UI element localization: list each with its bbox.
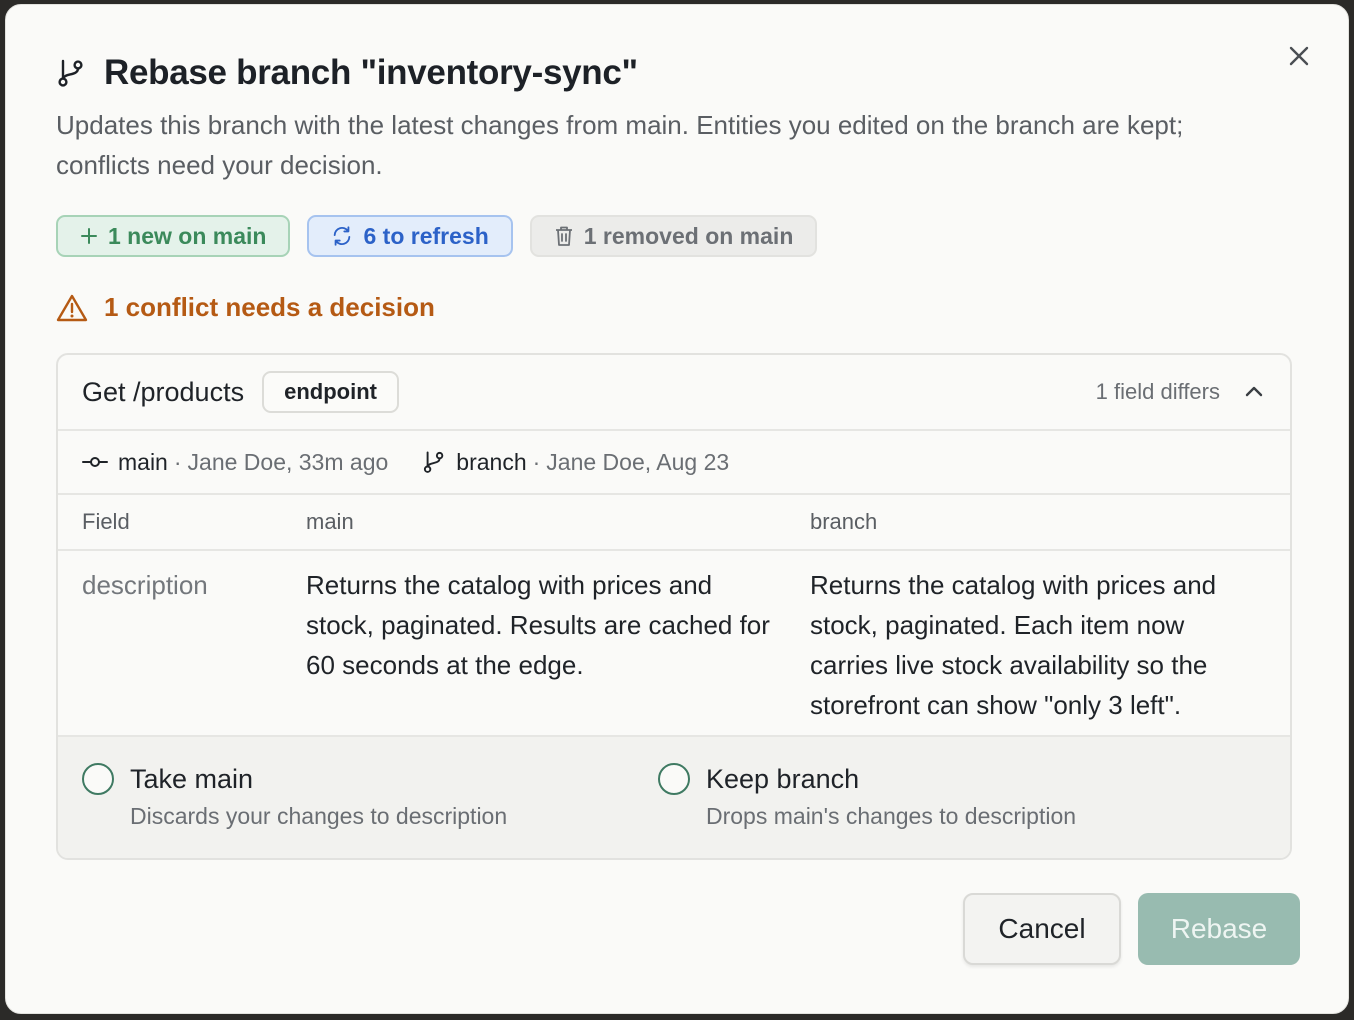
resolution-choices: Take main Discards your changes to descr… [58,737,1290,858]
conflict-card: Get /products endpoint 1 field differs m… [56,353,1292,860]
keep-branch-label: Keep branch [706,764,860,794]
column-header-main: main [306,509,354,534]
to-refresh-label: 6 to refresh [363,222,489,249]
refresh-icon [334,226,351,246]
rebase-dialog: Rebase branch "inventory-sync" Updates t… [5,4,1349,1014]
new-on-main-label: 1 new on main [108,222,267,249]
conflict-notice: 1 conflict needs a decision [56,292,435,323]
removed-on-main-label: 1 removed on main [583,222,794,249]
take-main-description: Discards your changes to description [130,803,508,829]
revision-meta: main · Jane Doe, 33m ago branch · Jane D… [58,431,1290,495]
warning-icon [56,294,88,321]
diff-count: 1 field differs [1095,379,1220,404]
take-main-label: Take main [130,764,254,794]
take-main-option[interactable]: Take main Discards your changes to descr… [58,763,658,858]
entity-name: Get /products [82,376,245,407]
dialog-subtitle: Updates this branch with the latest chan… [56,110,1184,180]
summary-chips: 1 new on main 6 to refresh 1 removed on … [56,215,818,257]
main-meta: Jane Doe, 33m ago [187,448,389,475]
dialog-header: Rebase branch "inventory-sync" [56,53,638,93]
branch-meta: Jane Doe, Aug 23 [546,448,730,475]
keep-branch-option[interactable]: Keep branch Drops main's changes to desc… [658,763,1076,858]
table-row: description Returns the catalog with pri… [58,551,1290,737]
dialog-title: Rebase branch "inventory-sync" [104,53,638,92]
diff-table-header: Field main branch [58,495,1290,551]
main-value: Returns the catalog with prices and stoc… [306,570,770,680]
trash-icon [555,226,572,246]
main-ref: main [118,448,168,475]
rebase-button[interactable]: Rebase [1138,893,1300,965]
main-revision: main · Jane Doe, 33m ago [82,449,388,476]
separator-dot: · [173,448,182,475]
branch-revision: branch · Jane Doe, Aug 23 [422,449,729,476]
conflict-card-header[interactable]: Get /products endpoint 1 field differs [58,355,1290,431]
column-header-field: Field [82,509,130,534]
keep-branch-description: Drops main's changes to description [706,803,1077,829]
removed-on-main-chip[interactable]: 1 removed on main [529,215,818,257]
separator-dot: · [532,448,541,475]
branch-value: Returns the catalog with prices and stoc… [810,570,1217,720]
new-on-main-chip[interactable]: 1 new on main [56,215,291,257]
git-branch-icon [56,58,86,88]
plus-icon [81,228,97,244]
git-branch-icon [424,451,444,473]
entity-type-badge: endpoint [262,371,399,413]
field-name: description [82,570,208,600]
to-refresh-chip[interactable]: 6 to refresh [307,215,513,257]
close-button[interactable] [1284,41,1314,71]
keep-branch-radio[interactable] [658,763,690,795]
git-commit-icon [82,457,108,467]
chevron-up-icon[interactable] [1242,380,1266,404]
cancel-button[interactable]: Cancel [963,893,1121,965]
column-header-branch: branch [810,509,878,534]
take-main-radio[interactable] [82,763,114,795]
close-icon [1289,46,1309,66]
conflict-label: 1 conflict needs a decision [104,292,435,322]
branch-ref: branch [456,448,527,475]
